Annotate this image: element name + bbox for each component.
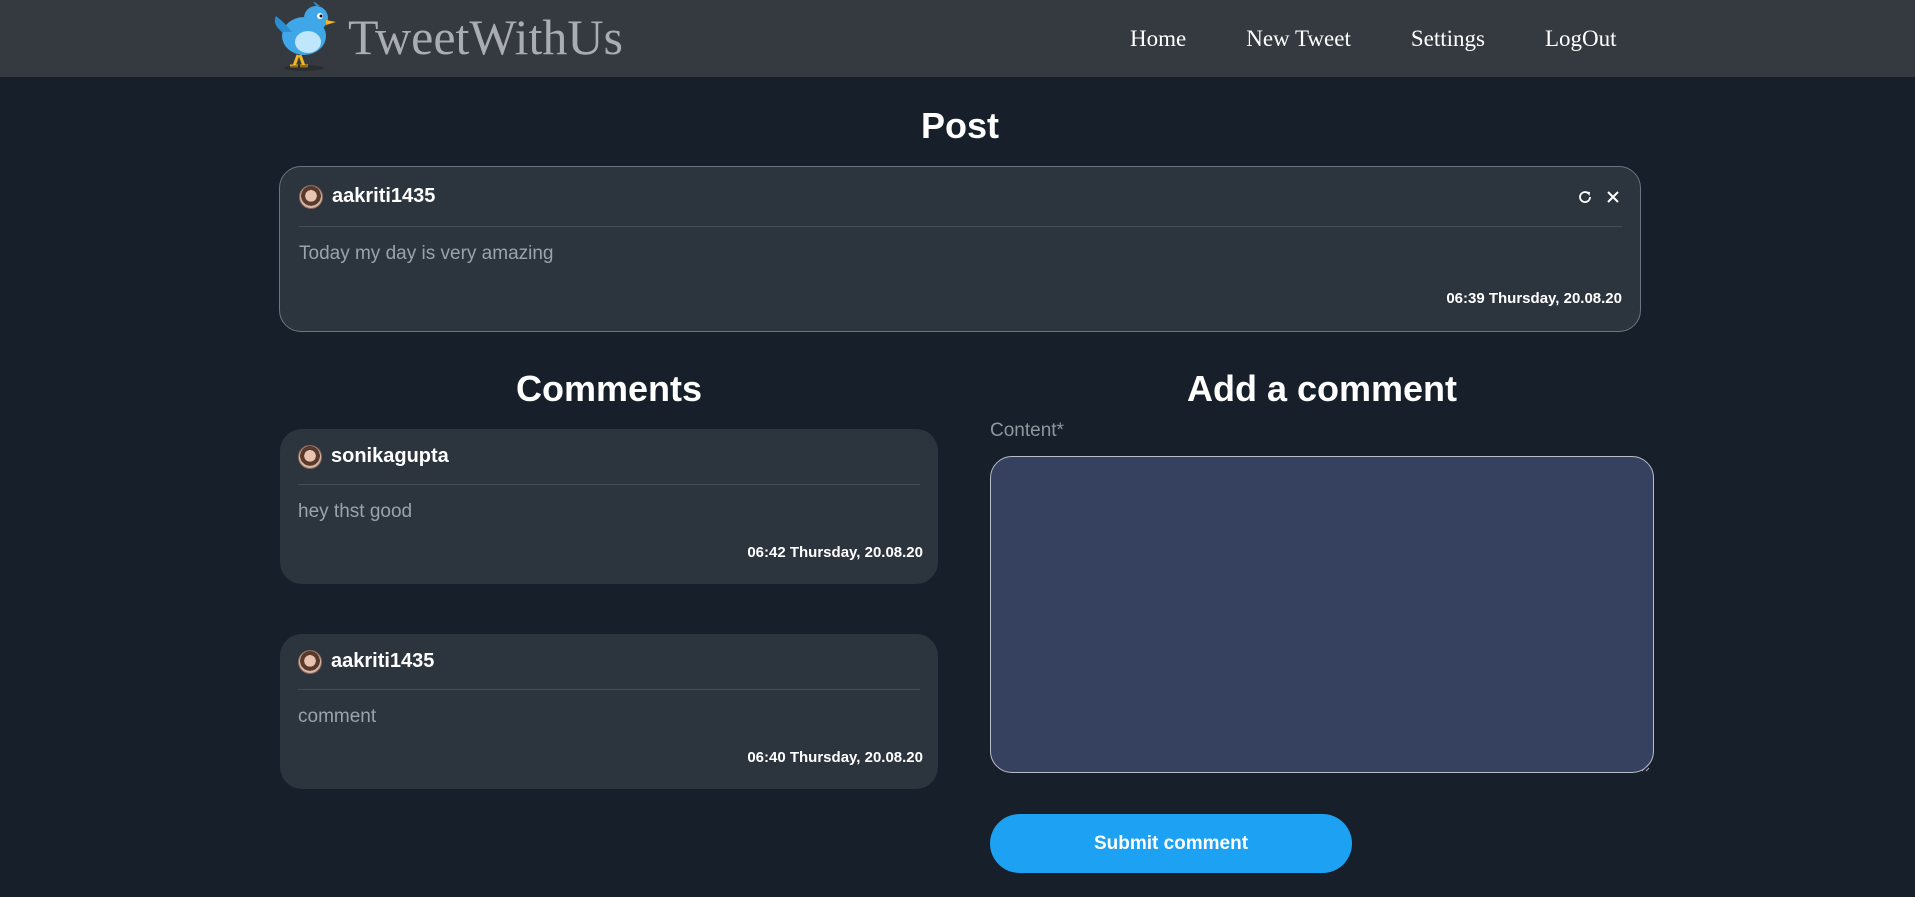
bird-logo-icon [268, 0, 340, 72]
submit-comment-button[interactable]: Submit comment [990, 814, 1352, 873]
nav-home-link[interactable]: Home [1130, 26, 1186, 52]
comment-username[interactable]: sonikagupta [331, 445, 449, 468]
close-icon[interactable] [1604, 188, 1622, 206]
post-actions [1576, 188, 1622, 206]
nav-new-tweet-link[interactable]: New Tweet [1246, 26, 1351, 52]
nav-links: Home New Tweet Settings LogOut [1130, 0, 1617, 77]
post-content: Today my day is very amazing [299, 243, 554, 264]
resize-grip-icon[interactable] [1640, 759, 1650, 772]
brand[interactable]: TweetWithUs [268, 0, 623, 72]
comment-timestamp: 06:40 Thursday, 20.08.20 [747, 749, 923, 766]
post-username[interactable]: aakriti1435 [332, 185, 435, 208]
nav-settings-link[interactable]: Settings [1411, 26, 1485, 52]
comment-content: comment [298, 706, 377, 727]
comment-username[interactable]: aakriti1435 [331, 650, 434, 673]
comment-card: aakriti1435 comment 06:40 Thursday, 20.0… [280, 634, 938, 789]
add-comment-title: Add a comment [1186, 368, 1458, 409]
refresh-icon[interactable] [1576, 188, 1594, 206]
navbar: TweetWithUs Home New Tweet Settings LogO… [0, 0, 1915, 77]
comment-header: aakriti1435 [298, 634, 920, 690]
post-header: aakriti1435 [299, 167, 1622, 227]
content-label: Content* [990, 420, 1064, 441]
avatar [298, 444, 322, 469]
comment-card: sonikagupta hey thst good 06:42 Thursday… [280, 429, 938, 584]
avatar [299, 184, 323, 209]
comments-title: Comments [515, 368, 703, 409]
comment-header: sonikagupta [298, 429, 920, 485]
comment-content: hey thst good [298, 501, 413, 522]
nav-logout-link[interactable]: LogOut [1545, 26, 1617, 52]
post-timestamp: 06:39 Thursday, 20.08.20 [1446, 290, 1622, 307]
comment-content-input[interactable] [990, 456, 1654, 773]
post-card: aakriti1435 Today my day is very amazing… [279, 166, 1641, 332]
brand-name: TweetWithUs [348, 9, 623, 65]
post-title: Post [920, 105, 999, 146]
comment-timestamp: 06:42 Thursday, 20.08.20 [747, 544, 923, 561]
avatar [298, 649, 322, 674]
